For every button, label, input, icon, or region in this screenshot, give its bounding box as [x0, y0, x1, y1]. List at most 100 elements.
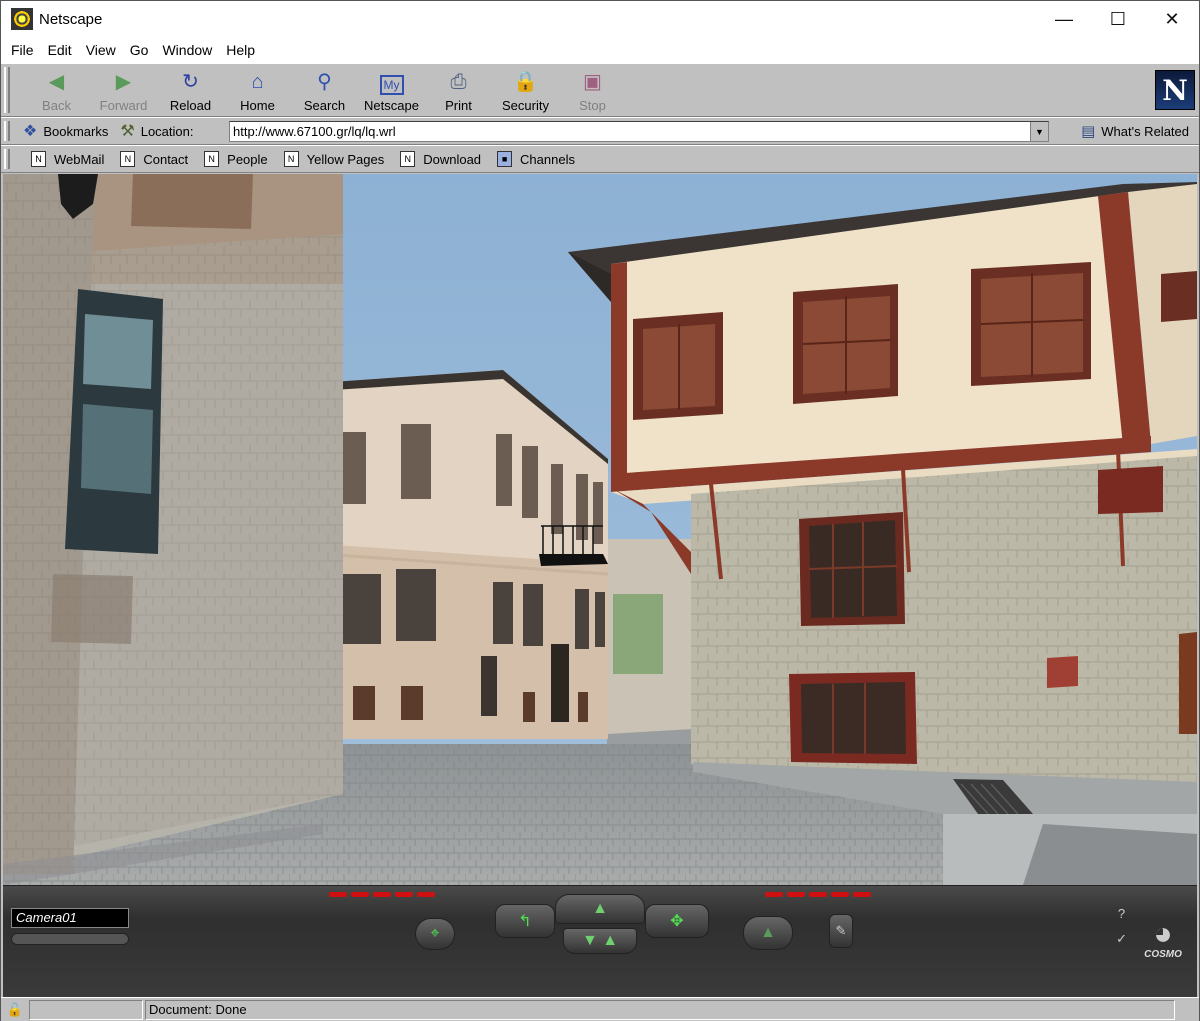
- channels-link[interactable]: ■ Channels: [497, 151, 575, 167]
- webmail-link[interactable]: N WebMail: [31, 151, 104, 167]
- forward-arrow-icon: ▶: [115, 71, 132, 93]
- status-text: Document: Done: [145, 1000, 1175, 1020]
- webmail-label: WebMail: [54, 151, 105, 167]
- bookmark-page-icon: N: [120, 151, 136, 167]
- pencil-icon: ✎: [835, 923, 847, 938]
- seek-button[interactable]: ⌖: [415, 918, 455, 950]
- window-title: Netscape: [39, 10, 103, 28]
- stop-button[interactable]: ▣ Stop: [559, 64, 626, 116]
- people-label: People: [227, 151, 268, 167]
- netscape-label: Netscape: [364, 98, 419, 113]
- channels-label: Channels: [520, 151, 575, 167]
- download-label: Download: [423, 151, 482, 167]
- search-label: Search: [303, 98, 346, 113]
- cosmo-swirl-icon: ◕: [1153, 915, 1173, 951]
- contact-label: Contact: [143, 151, 189, 167]
- left-status-leds: [329, 892, 435, 897]
- street-scene-illustration: [3, 174, 1197, 885]
- menu-help[interactable]: Help: [219, 42, 262, 58]
- channels-folder-icon: ■: [497, 151, 513, 167]
- location-label-group: ⚒ Location:: [120, 121, 193, 141]
- checkmark-icon[interactable]: ✓: [1116, 931, 1127, 947]
- yellow-pages-link[interactable]: N Yellow Pages: [283, 151, 385, 167]
- security-button[interactable]: 🔒 Security: [492, 64, 559, 116]
- menu-go[interactable]: Go: [123, 42, 156, 58]
- whats-related-button[interactable]: ▤ What's Related: [1081, 122, 1189, 140]
- reload-button[interactable]: ↻ Reload: [157, 64, 224, 116]
- forward-arrow-icon: ▲: [592, 900, 608, 917]
- camera-viewpoint-select[interactable]: Camera01: [11, 908, 129, 928]
- cosmo-logo[interactable]: ◕ COSMO: [1133, 900, 1193, 960]
- edit-viewpoint-button[interactable]: ✎: [829, 914, 853, 948]
- bookmark-page-icon: N: [31, 151, 46, 167]
- cosmo-player-dashboard: Camera01 ⌖ ↰ ▲ ▼ ▲ ✥ ▲ ✎ ? ✓ ◕ COSMO: [3, 885, 1197, 997]
- right-status-leds: [765, 892, 871, 897]
- print-label: Print: [445, 98, 472, 113]
- move-up-down-button[interactable]: ▼ ▲: [563, 928, 637, 954]
- minimize-button[interactable]: —: [1037, 1, 1091, 37]
- my-netscape-button[interactable]: My Netscape: [358, 64, 425, 116]
- url-dropdown-button[interactable]: ▼: [1030, 122, 1048, 141]
- menu-file[interactable]: File: [4, 42, 41, 58]
- status-bar: 🔓 Document: Done: [1, 997, 1199, 1021]
- personal-grip[interactable]: [4, 149, 10, 169]
- reload-label: Reload: [169, 98, 212, 113]
- security-status-icon[interactable]: 🔓: [3, 1000, 27, 1020]
- bookmarks-button[interactable]: ❖ Bookmarks: [23, 121, 108, 141]
- back-label: Back: [42, 98, 71, 113]
- menu-edit[interactable]: Edit: [41, 42, 79, 58]
- menu-view[interactable]: View: [79, 42, 123, 58]
- navigation-toolbar: ◀ Back ▶ Forward ↻ Reload ⌂ Home ⚲ Searc…: [1, 63, 1199, 117]
- location-toolbar: ❖ Bookmarks ⚒ Location: http://www.67100…: [1, 117, 1199, 145]
- search-button[interactable]: ⚲ Search: [291, 64, 358, 116]
- whats-related-icon: ▤: [1081, 123, 1096, 140]
- url-text: http://www.67100.gr/lq/lq.wrl: [233, 124, 396, 139]
- print-icon: ⎙: [450, 71, 467, 93]
- page-proxy-icon[interactable]: ⚒: [120, 121, 134, 141]
- up-down-arrows-icon: ▼ ▲: [581, 932, 619, 949]
- pan-button[interactable]: ✥: [645, 904, 709, 938]
- location-grip[interactable]: [4, 121, 10, 141]
- maximize-button[interactable]: ☐: [1091, 1, 1145, 37]
- chevron-down-icon: ▼: [1035, 126, 1044, 137]
- whats-related-label: What's Related: [1101, 123, 1189, 139]
- vrml-3d-viewport[interactable]: [3, 174, 1197, 885]
- personal-toolbar: N WebMail N Contact N People N Yellow Pages …: [1, 145, 1199, 173]
- bookmark-page-icon: N: [400, 151, 416, 167]
- bookmark-page-icon: N: [283, 151, 299, 167]
- move-forward-button[interactable]: ▲: [555, 894, 645, 924]
- move-cross-icon: ✥: [670, 913, 684, 930]
- help-controls: ? ✓: [1116, 906, 1127, 947]
- help-icon[interactable]: ?: [1118, 906, 1125, 921]
- contact-link[interactable]: N Contact: [120, 151, 188, 167]
- netscape-app-icon: [11, 8, 33, 30]
- go-back-button[interactable]: ↰: [495, 904, 555, 938]
- tilt-button[interactable]: ▲: [743, 916, 793, 950]
- home-button[interactable]: ⌂ Home: [224, 64, 291, 116]
- my-netscape-icon: My: [379, 75, 404, 95]
- home-label: Home: [240, 98, 275, 113]
- print-button[interactable]: ⎙ Print: [425, 64, 492, 116]
- viewpoint-slider[interactable]: [11, 933, 129, 945]
- download-link[interactable]: N Download: [400, 151, 481, 167]
- search-icon: ⚲: [317, 71, 332, 93]
- progress-cell: [29, 999, 143, 1020]
- people-link[interactable]: N People: [204, 151, 268, 167]
- forward-label: Forward: [99, 98, 148, 113]
- yellow-pages-label: Yellow Pages: [306, 151, 385, 167]
- toolbar-grip[interactable]: [4, 67, 10, 113]
- url-input[interactable]: http://www.67100.gr/lq/lq.wrl ▼: [229, 121, 1049, 142]
- menu-bar: File Edit View Go Window Help: [1, 37, 1199, 63]
- bookmark-page-icon: N: [204, 151, 220, 167]
- tilt-icon: ▲: [760, 924, 776, 941]
- forward-button[interactable]: ▶ Forward: [90, 64, 157, 116]
- close-button[interactable]: ✕: [1145, 1, 1199, 37]
- netscape-logo[interactable]: N: [1155, 70, 1195, 110]
- turn-icon: ↰: [518, 913, 532, 930]
- back-button[interactable]: ◀ Back: [23, 64, 90, 116]
- menu-window[interactable]: Window: [155, 42, 219, 58]
- bookmarks-label: Bookmarks: [43, 123, 109, 139]
- browser-window: Netscape — ☐ ✕ File Edit View Go Window …: [0, 0, 1200, 1021]
- back-arrow-icon: ◀: [48, 71, 65, 93]
- stop-label: Stop: [579, 98, 606, 113]
